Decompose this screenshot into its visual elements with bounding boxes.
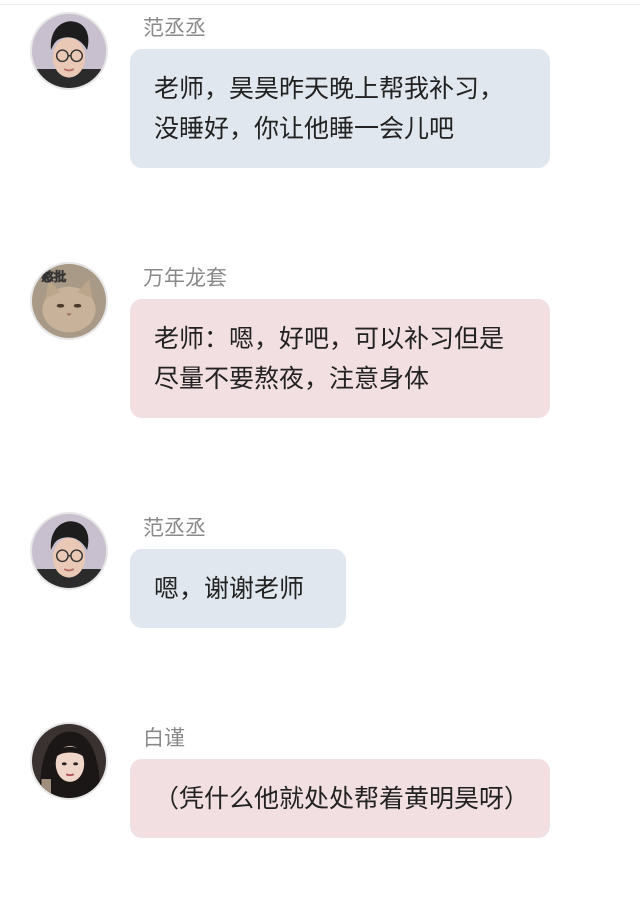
message-bubble[interactable]: 嗯，谢谢老师	[130, 549, 346, 628]
avatar-caption: 憨批	[41, 269, 66, 284]
avatar[interactable]: 憨批	[30, 262, 108, 340]
avatar[interactable]	[30, 512, 108, 590]
message-bubble[interactable]: （凭什么他就处处帮着黄明昊呀）	[130, 759, 550, 838]
sender-name: 范丞丞	[143, 516, 206, 540]
top-divider	[0, 4, 640, 5]
young-man-glasses-avatar-icon	[32, 14, 106, 88]
young-man-glasses-avatar-icon	[32, 514, 106, 588]
avatar[interactable]	[30, 12, 108, 90]
young-woman-avatar-icon	[32, 724, 106, 798]
cat-meme-avatar-icon: 憨批	[32, 264, 106, 338]
sender-name: 范丞丞	[143, 16, 206, 40]
sender-name: 万年龙套	[143, 266, 227, 290]
message-bubble[interactable]: 老师，昊昊昨天晚上帮我补习，没睡好，你让他睡一会儿吧	[130, 49, 550, 168]
avatar[interactable]	[30, 722, 108, 800]
message-bubble[interactable]: 老师：嗯，好吧，可以补习但是尽量不要熬夜，注意身体	[130, 299, 550, 418]
sender-name: 白谨	[143, 726, 185, 750]
